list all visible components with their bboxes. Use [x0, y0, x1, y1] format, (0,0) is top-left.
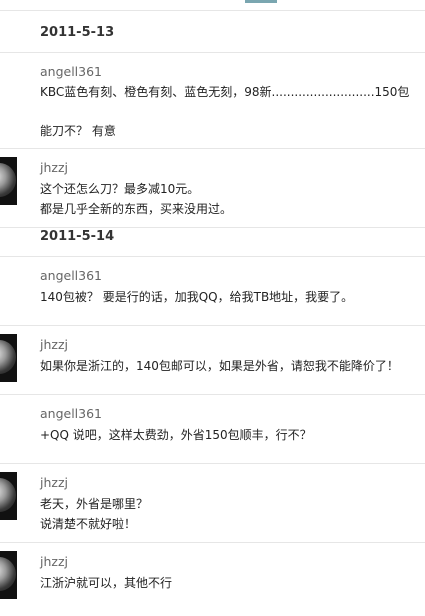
date-header: 2011-5-14 — [0, 218, 425, 257]
message-item: jhzzj 老天，外省是哪里？ 说清楚不就好啦！ — [0, 464, 425, 543]
message-user[interactable]: angell361 — [40, 406, 102, 421]
message-user[interactable]: angell361 — [40, 64, 102, 79]
top-bar — [0, 0, 425, 11]
message-line: 140包被？ 要是行的话，加我QQ，给我TB地址，我要了。 — [40, 290, 354, 304]
message-line: +QQ 说吧，这样太费劲，外省150包顺丰，行不？ — [40, 428, 312, 442]
message-line: 江浙沪就可以，其他不行 — [40, 576, 173, 590]
message-user[interactable]: jhzzj — [40, 554, 68, 569]
message-line: 这个还怎么刀？最多减10元。 — [40, 182, 200, 196]
message-item: angell361 140包被？ 要是行的话，加我QQ，给我TB地址，我要了。 — [0, 257, 425, 326]
message-item: jhzzj 这个还怎么刀？最多减10元。 都是几乎全新的东西，买来没用过。 — [0, 149, 425, 228]
message-user[interactable]: angell361 — [40, 268, 102, 283]
message-item: jhzzj 如果你是浙江的，140包邮可以，如果是外省，请恕我不能降价了！ — [0, 326, 425, 395]
message-line: 老天，外省是哪里？ — [40, 497, 149, 511]
message-line: KBC蓝色有刻、橙色有刻、蓝色无刻，98新...................… — [40, 85, 410, 99]
message-item: angell361 +QQ 说吧，这样太费劲，外省150包顺丰，行不？ — [0, 395, 425, 464]
message-line: 说清楚不就好啦！ — [40, 517, 137, 531]
message-user[interactable]: jhzzj — [40, 160, 68, 175]
message-user[interactable]: jhzzj — [40, 475, 68, 490]
avatar[interactable] — [0, 157, 17, 205]
message-user[interactable]: jhzzj — [40, 337, 68, 352]
message-item: angell361 KBC蓝色有刻、橙色有刻、蓝色无刻，98新.........… — [0, 53, 425, 149]
message-line: 能刀不？ 有意 — [40, 124, 116, 138]
message-line: 都是几乎全新的东西，买来没用过。 — [40, 202, 233, 216]
date-label: 2011-5-14 — [40, 229, 115, 244]
avatar[interactable] — [0, 551, 17, 599]
message-line: 如果你是浙江的，140包邮可以，如果是外省，请恕我不能降价了！ — [40, 359, 399, 373]
avatar[interactable] — [0, 472, 17, 520]
avatar[interactable] — [0, 334, 17, 382]
top-tab-indicator[interactable] — [245, 0, 277, 3]
message-item: jhzzj 江浙沪就可以，其他不行 — [0, 543, 425, 616]
date-label: 2011-5-13 — [40, 25, 115, 40]
date-header: 2011-5-13 — [0, 14, 425, 53]
